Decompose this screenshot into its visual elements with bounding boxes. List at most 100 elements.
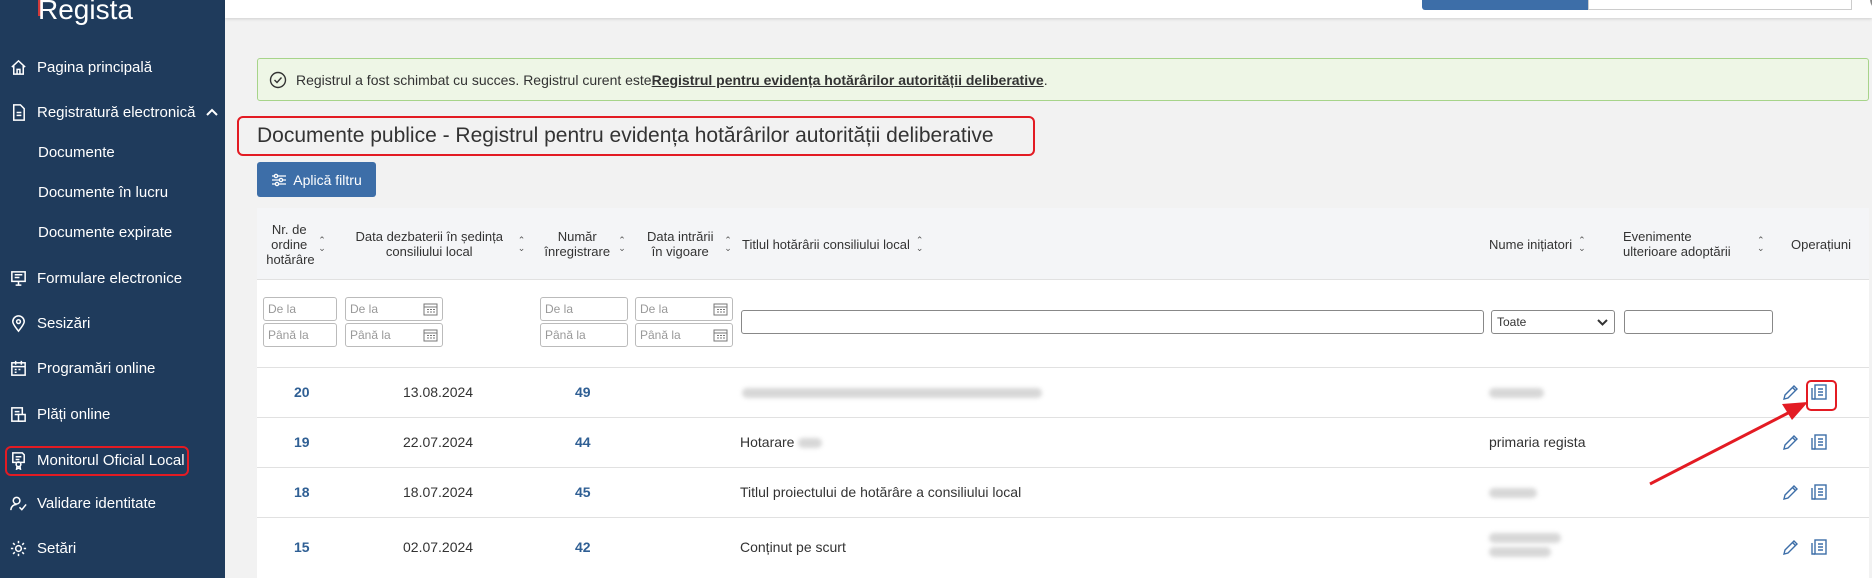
data-dezbaterii-from-input[interactable]: De la — [345, 297, 443, 321]
placeholder: Până la — [640, 328, 681, 342]
sidebar: Regista Pagina principală Registratură e… — [0, 0, 225, 578]
cell-titlu: Hotarare — [740, 434, 823, 450]
col-header-data-intrarii[interactable]: Data intrării în vigoare ⌃ ⌄ — [633, 208, 741, 280]
placeholder: De la — [350, 302, 379, 316]
sidebar-subitem-documente-expirate[interactable]: Documente expirate — [38, 224, 172, 241]
sort-icon[interactable]: ⌃ ⌄ — [318, 236, 326, 253]
data-dezbaterii-to-input[interactable]: Până la — [345, 323, 443, 347]
apply-filter-button[interactable]: Aplică filtru — [257, 162, 376, 197]
col-header-data-dezbaterii[interactable]: Data dezbaterii în ședința consiliului l… — [337, 208, 535, 280]
evenimente-filter-input[interactable] — [1624, 310, 1773, 334]
sidebar-item-label: Validare identitate — [37, 494, 156, 512]
sidebar-item-label: Formulare electronice — [37, 269, 183, 287]
edit-pencil-icon[interactable] — [1781, 539, 1799, 557]
numar-from-input[interactable]: De la — [540, 297, 628, 321]
col-header-label: Nume inițiatori — [1489, 236, 1573, 252]
cell-nr[interactable]: 20 — [294, 384, 310, 400]
document-details-icon[interactable] — [1810, 433, 1828, 451]
edit-pencil-icon[interactable] — [1781, 384, 1799, 402]
sliders-icon — [272, 173, 287, 186]
cell-initiator-blurred — [1489, 530, 1561, 558]
cell-titlu-text: Hotarare — [740, 434, 795, 450]
sidebar-subitem-documente[interactable]: Documente — [38, 144, 115, 161]
chevron-up-icon[interactable] — [205, 104, 219, 121]
table-row: 19 22.07.2024 44 Hotarare primaria regis… — [257, 418, 1869, 468]
initiatori-select[interactable]: Toate — [1491, 310, 1615, 334]
cell-data: 22.07.2024 — [403, 434, 474, 450]
chevron-down-icon — [1597, 319, 1608, 326]
edit-pencil-icon[interactable] — [1781, 434, 1799, 452]
cell-titlu-blurred — [742, 384, 1042, 400]
user-check-icon — [8, 493, 28, 513]
sidebar-item-registratura[interactable]: Registratură electronică — [0, 92, 225, 132]
cell-nr[interactable]: 19 — [294, 434, 310, 450]
col-header-numar[interactable]: Număr înregistrare ⌃ ⌄ — [541, 208, 627, 280]
data-intrarii-to-input[interactable]: Până la — [635, 323, 733, 347]
sort-icon[interactable]: ⌃ ⌄ — [518, 236, 526, 253]
sidebar-item-plati[interactable]: Plăți online — [0, 394, 225, 434]
calendar-icon[interactable] — [423, 328, 438, 342]
col-header-label: Titlul hotărârii consiliului local — [742, 236, 910, 252]
cell-data: 18.07.2024 — [403, 484, 474, 500]
select-value: Toate — [1497, 315, 1527, 329]
col-header-nr[interactable]: Nr. de ordine hotărâre ⌃ ⌄ — [262, 208, 330, 280]
edit-pencil-icon[interactable] — [1781, 484, 1799, 502]
home-icon — [8, 57, 28, 77]
location-pin-icon — [8, 313, 28, 333]
calendar-icon[interactable] — [713, 328, 728, 342]
sidebar-item-formulare[interactable]: Formulare electronice — [0, 258, 225, 298]
table-row: 18 18.07.2024 45 Titlul proiectului de h… — [257, 468, 1869, 518]
cell-numar[interactable]: 44 — [575, 434, 591, 450]
cell-nr[interactable]: 18 — [294, 484, 310, 500]
col-header-label: Data dezbaterii în ședința consiliului l… — [355, 229, 503, 259]
nr-from-input[interactable]: De la — [263, 297, 337, 321]
top-bar — [225, 0, 1872, 18]
calendar-icon[interactable] — [423, 302, 438, 316]
app-logo[interactable]: Regista — [38, 0, 133, 26]
data-intrarii-from-input[interactable]: De la — [635, 297, 733, 321]
sidebar-subitem-documente-lucru[interactable]: Documente în lucru — [38, 184, 168, 201]
apply-filter-label: Aplică filtru — [293, 171, 362, 188]
sort-icon[interactable]: ⌃ ⌄ — [1578, 236, 1586, 253]
alert-registry-link[interactable]: Registrul pentru evidența hotărârilor au… — [652, 72, 1044, 88]
sort-icon[interactable]: ⌃ ⌄ — [618, 236, 626, 253]
col-header-label: Nr. de ordine hotărâre — [266, 221, 315, 267]
top-primary-button[interactable] — [1422, 0, 1588, 10]
documents-table: Nr. de ordine hotărâre ⌃ ⌄ Data dezbateri… — [257, 208, 1869, 578]
numar-to-input[interactable]: Până la — [540, 323, 628, 347]
col-header-evenimente[interactable]: Evenimente ulterioare adoptării ⌃ ⌄ — [1623, 208, 1773, 280]
sidebar-item-validare[interactable]: Validare identitate — [0, 483, 225, 523]
calendar-icon[interactable] — [713, 302, 728, 316]
sort-icon[interactable]: ⌃ ⌄ — [724, 236, 732, 253]
col-header-label: Data intrării în vigoare — [646, 229, 714, 259]
sidebar-item-home[interactable]: Pagina principală — [0, 47, 225, 87]
highlight-box — [1806, 380, 1837, 411]
cell-numar[interactable]: 45 — [575, 484, 591, 500]
col-header-titlul[interactable]: Titlul hotărârii consiliului local ⌃ ⌄ — [742, 208, 942, 280]
top-secondary-button[interactable] — [1588, 0, 1852, 10]
cell-initiator-blurred — [1489, 384, 1544, 400]
document-details-icon[interactable] — [1810, 483, 1828, 501]
cell-nr[interactable]: 15 — [294, 539, 310, 555]
sort-icon[interactable]: ⌃ ⌄ — [916, 236, 924, 253]
cell-numar[interactable]: 49 — [575, 384, 591, 400]
cell-titlu: Titlul proiectului de hotărâre a consili… — [740, 484, 1022, 500]
sidebar-item-programari[interactable]: Programări online — [0, 348, 225, 388]
calendar-icon — [8, 358, 28, 378]
titlu-filter-input[interactable] — [741, 310, 1484, 334]
sidebar-item-sesizari[interactable]: Sesizări — [0, 303, 225, 343]
document-details-icon[interactable] — [1810, 538, 1828, 556]
col-header-initiatori[interactable]: Nume inițiatori ⌃ ⌄ — [1489, 208, 1599, 280]
highlight-box — [5, 446, 189, 476]
placeholder: De la — [640, 302, 669, 316]
sidebar-item-setari[interactable]: Setări — [0, 528, 225, 568]
sidebar-item-label: Sesizări — [37, 314, 91, 332]
alert-text: Registrul a fost schimbat cu succes. Reg… — [296, 71, 652, 88]
table-header: Nr. de ordine hotărâre ⌃ ⌄ Data dezbateri… — [257, 208, 1869, 280]
nr-to-input[interactable]: Până la — [263, 323, 337, 347]
cell-initiator-blurred — [1489, 484, 1537, 500]
sort-icon[interactable]: ⌃ ⌄ — [1757, 236, 1765, 253]
success-alert: Registrul a fost schimbat cu succes. Reg… — [257, 58, 1869, 101]
cell-numar[interactable]: 42 — [575, 539, 591, 555]
monitor-form-icon — [8, 268, 28, 288]
